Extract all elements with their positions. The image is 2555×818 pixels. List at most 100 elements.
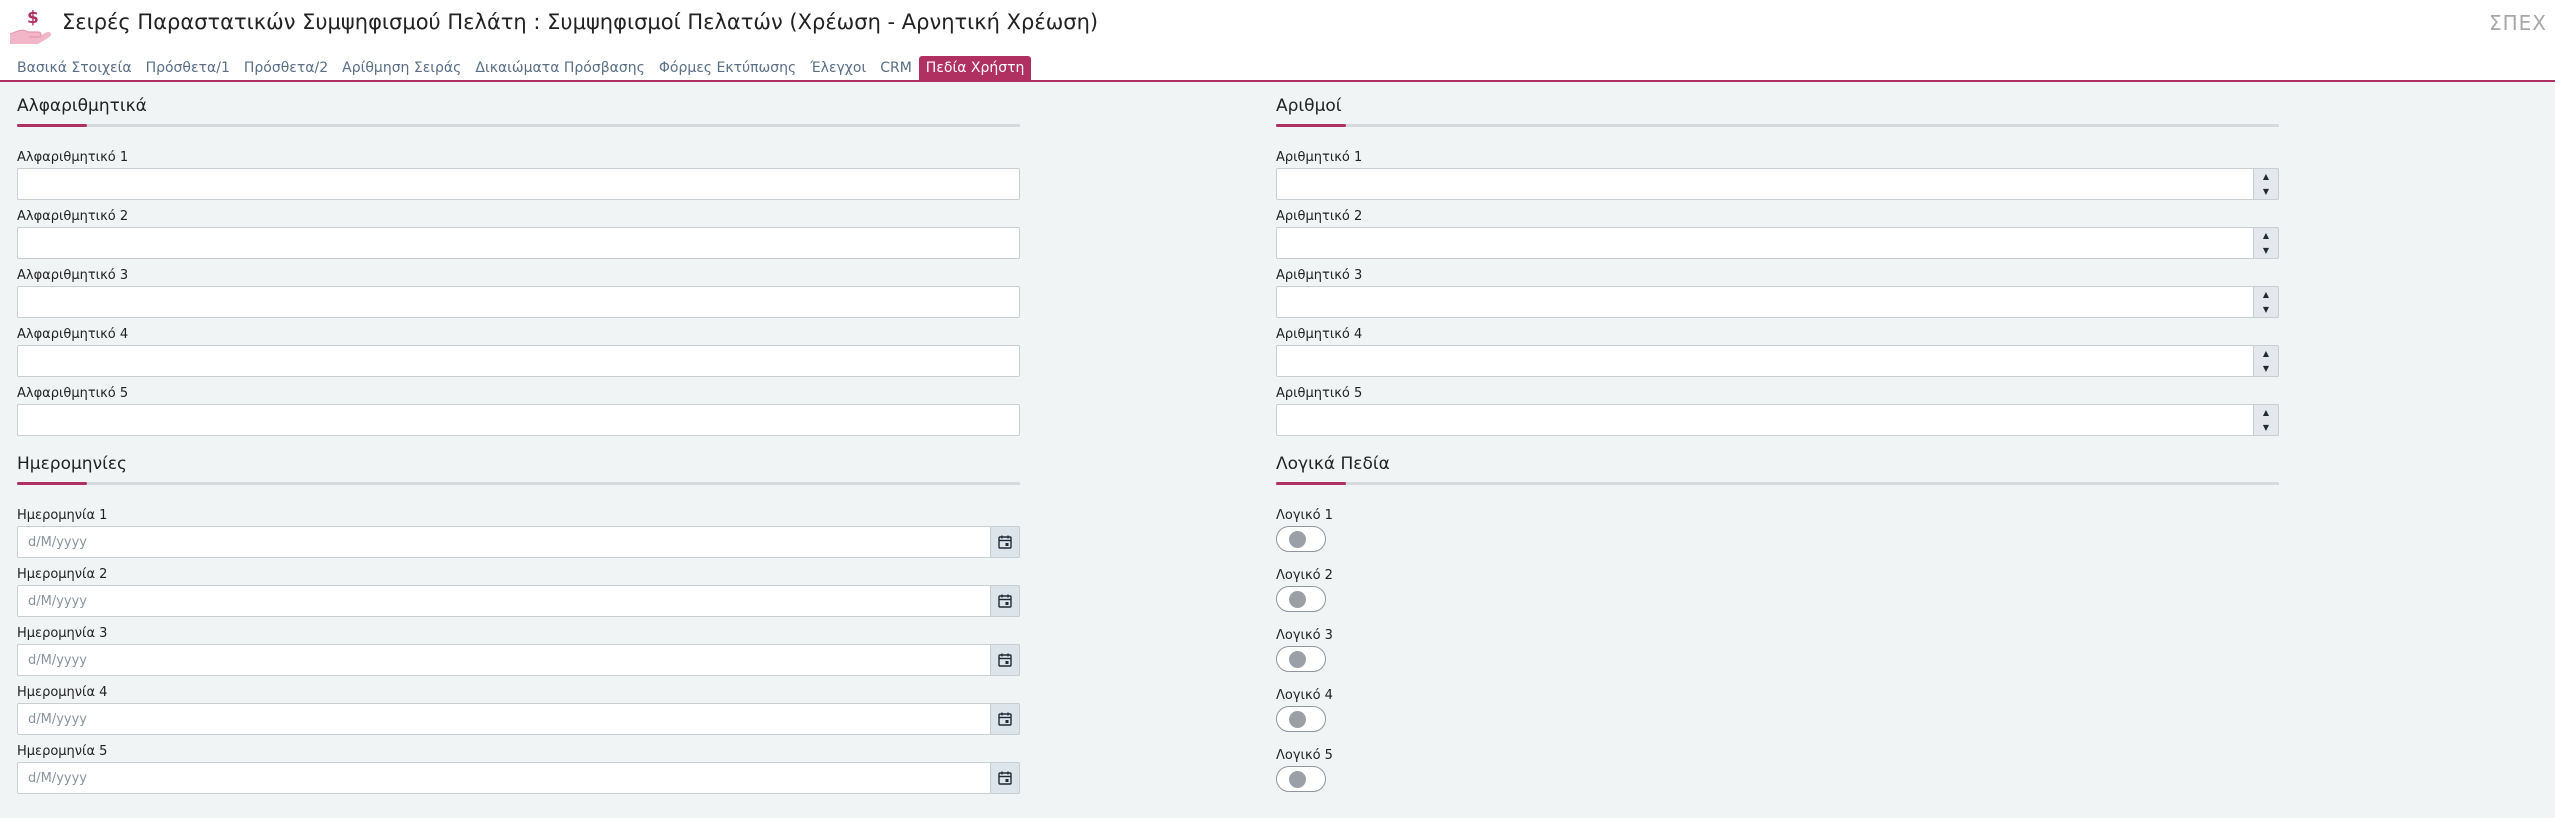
tab-bar: Βασικά Στοιχεία Πρόσθετα/1 Πρόσθετα/2 Αρ… — [10, 56, 1032, 80]
field-label: Αριθμητικό 5 — [1276, 386, 1363, 401]
numeric-stepper: ▲ ▼ — [1276, 286, 2279, 318]
numeric-field-5: Αριθμητικό 5 ▲ ▼ — [1276, 386, 2279, 436]
logical-field-3: Λογικό 3 — [1276, 628, 2279, 672]
numeric-2-input[interactable] — [1276, 227, 2279, 259]
date-field-3: Ημερομηνία 3 — [17, 626, 1020, 676]
alphanumeric-2-input[interactable] — [17, 227, 1020, 259]
date-picker — [17, 703, 1020, 735]
alphanumeric-1-input[interactable] — [17, 168, 1020, 200]
tab-basic-info[interactable]: Βασικά Στοιχεία — [10, 56, 139, 80]
logical-field-4: Λογικό 4 — [1276, 688, 2279, 732]
logical-field-1: Λογικό 1 — [1276, 508, 2279, 552]
tab-checks[interactable]: Έλεγχοι — [803, 56, 873, 80]
logical-2-toggle[interactable] — [1276, 586, 1326, 612]
tab-additional-1[interactable]: Πρόσθετα/1 — [139, 56, 237, 80]
decrement-arrow-icon[interactable]: ▼ — [2254, 420, 2278, 435]
numeric-field-1: Αριθμητικό 1 ▲ ▼ — [1276, 150, 2279, 200]
decrement-arrow-icon[interactable]: ▼ — [2254, 243, 2278, 258]
section-divider — [17, 124, 1020, 127]
hand-dollar-icon: $ — [9, 8, 51, 44]
calendar-icon[interactable] — [990, 526, 1020, 558]
date-field-1: Ημερομηνία 1 — [17, 508, 1020, 558]
section-divider — [1276, 482, 2279, 485]
alphanumeric-field-4: Αλφαριθμητικό 4 — [17, 327, 1020, 377]
tab-access-rights[interactable]: Δικαιώματα Πρόσβασης — [468, 56, 651, 80]
date-picker — [17, 762, 1020, 794]
date-field-4: Ημερομηνία 4 — [17, 685, 1020, 735]
numeric-1-input[interactable] — [1276, 168, 2279, 200]
numeric-field-3: Αριθμητικό 3 ▲ ▼ — [1276, 268, 2279, 318]
increment-arrow-icon[interactable]: ▲ — [2254, 405, 2278, 420]
numeric-stepper: ▲ ▼ — [1276, 168, 2279, 200]
logical-section: Λογικά Πεδία — [1276, 440, 2279, 485]
field-label: Αριθμητικό 2 — [1276, 209, 1363, 224]
numeric-5-input[interactable] — [1276, 404, 2279, 436]
date-picker — [17, 526, 1020, 558]
date-field-5: Ημερομηνία 5 — [17, 744, 1020, 794]
date-2-input[interactable] — [17, 585, 1020, 617]
tab-crm[interactable]: CRM — [873, 56, 919, 80]
field-label: Αλφαριθμητικό 5 — [17, 386, 129, 401]
alphanumeric-5-input[interactable] — [17, 404, 1020, 436]
field-label: Αριθμητικό 1 — [1276, 150, 1363, 165]
date-5-input[interactable] — [17, 762, 1020, 794]
logical-field-5: Λογικό 5 — [1276, 748, 2279, 792]
field-label: Αριθμητικό 3 — [1276, 268, 1363, 283]
numbers-section: Αριθμοί — [1276, 82, 2279, 127]
field-label: Λογικό 5 — [1276, 748, 1333, 763]
numeric-4-input[interactable] — [1276, 345, 2279, 377]
numeric-stepper: ▲ ▼ — [1276, 227, 2279, 259]
page-title: Σειρές Παραστατικών Συμψηφισμού Πελάτη :… — [62, 10, 1099, 34]
decrement-arrow-icon[interactable]: ▼ — [2254, 302, 2278, 317]
field-label: Λογικό 3 — [1276, 628, 1333, 643]
field-label: Ημερομηνία 4 — [17, 685, 108, 700]
user-fields-panel: Αλφαριθμητικά Αλφαριθμητικό 1 Αλφαριθμητ… — [0, 82, 2555, 818]
numeric-3-input[interactable] — [1276, 286, 2279, 318]
alphanumeric-4-input[interactable] — [17, 345, 1020, 377]
alphanumeric-field-3: Αλφαριθμητικό 3 — [17, 268, 1020, 318]
increment-arrow-icon[interactable]: ▲ — [2254, 346, 2278, 361]
tab-print-forms[interactable]: Φόρμες Εκτύπωσης — [652, 56, 803, 80]
date-4-input[interactable] — [17, 703, 1020, 735]
logical-1-toggle[interactable] — [1276, 526, 1326, 552]
logical-4-toggle[interactable] — [1276, 706, 1326, 732]
numeric-stepper: ▲ ▼ — [1276, 345, 2279, 377]
increment-arrow-icon[interactable]: ▲ — [2254, 228, 2278, 243]
calendar-icon[interactable] — [990, 762, 1020, 794]
numbers-section-title: Αριθμοί — [1276, 96, 1342, 116]
logical-5-toggle[interactable] — [1276, 766, 1326, 792]
calendar-icon[interactable] — [990, 585, 1020, 617]
alphanumeric-field-2: Αλφαριθμητικό 2 — [17, 209, 1020, 259]
date-3-input[interactable] — [17, 644, 1020, 676]
date-1-input[interactable] — [17, 526, 1020, 558]
numeric-stepper: ▲ ▼ — [1276, 404, 2279, 436]
increment-arrow-icon[interactable]: ▲ — [2254, 287, 2278, 302]
alphanumeric-section-title: Αλφαριθμητικά — [17, 96, 147, 116]
spinner: ▲ ▼ — [2253, 345, 2279, 377]
increment-arrow-icon[interactable]: ▲ — [2254, 169, 2278, 184]
dates-section-title: Ημερομηνίες — [17, 454, 127, 474]
decrement-arrow-icon[interactable]: ▼ — [2254, 184, 2278, 199]
date-picker — [17, 644, 1020, 676]
page-header: $ Σειρές Παραστατικών Συμψηφισμού Πελάτη… — [0, 0, 2555, 54]
company-code: ΣΠΕΧ — [2488, 11, 2547, 35]
date-picker — [17, 585, 1020, 617]
section-divider — [1276, 124, 2279, 127]
dates-section: Ημερομηνίες — [17, 440, 1020, 485]
logical-field-2: Λογικό 2 — [1276, 568, 2279, 612]
tab-additional-2[interactable]: Πρόσθετα/2 — [237, 56, 335, 80]
date-field-2: Ημερομηνία 2 — [17, 567, 1020, 617]
svg-text:$: $ — [27, 8, 39, 28]
tab-series-numbering[interactable]: Αρίθμηση Σειράς — [335, 56, 468, 80]
field-label: Αριθμητικό 4 — [1276, 327, 1363, 342]
tab-user-fields[interactable]: Πεδία Χρήστη — [918, 56, 1032, 80]
alphanumeric-3-input[interactable] — [17, 286, 1020, 318]
logical-section-title: Λογικά Πεδία — [1276, 454, 1390, 474]
decrement-arrow-icon[interactable]: ▼ — [2254, 361, 2278, 376]
calendar-icon[interactable] — [990, 644, 1020, 676]
field-label: Ημερομηνία 2 — [17, 567, 108, 582]
field-label: Λογικό 1 — [1276, 508, 1333, 523]
calendar-icon[interactable] — [990, 703, 1020, 735]
field-label: Ημερομηνία 3 — [17, 626, 108, 641]
logical-3-toggle[interactable] — [1276, 646, 1326, 672]
